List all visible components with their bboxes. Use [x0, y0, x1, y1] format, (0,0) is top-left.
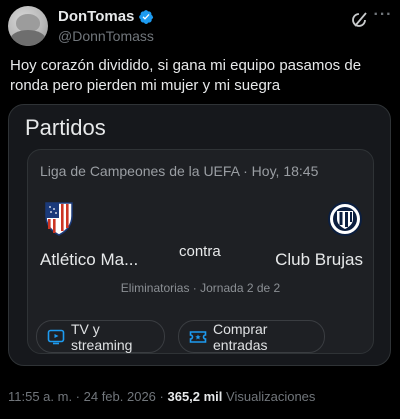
versus-label: contra	[179, 243, 221, 260]
views-label: Visualizaciones	[226, 389, 316, 404]
tweet-text: Hoy corazón dividido, si gana mi equipo …	[10, 57, 362, 94]
author-display-name[interactable]: DonTomas	[58, 8, 134, 25]
buy-tickets-button[interactable]: Comprar entradas	[178, 320, 325, 353]
tv-streaming-label: TV y streaming	[71, 320, 133, 353]
club-brugge-crest-icon	[328, 202, 362, 236]
home-team-name: Atlético Ma...	[40, 250, 139, 269]
tweet-meta: 11:55 a. m. · 24 feb. 2026 · 365,2 mil V…	[8, 389, 315, 404]
atletico-crest-icon	[45, 202, 73, 236]
tweet: DonTomas @DonnTomass ··· Hoy corazón div…	[0, 0, 400, 419]
meta-separator: ·	[155, 389, 168, 404]
card-title: Partidos	[25, 115, 106, 140]
verified-badge-icon	[139, 9, 154, 24]
match-stage: Eliminatorias · Jornada 2 de 2	[120, 281, 281, 295]
author-name-row: DonTomas	[58, 8, 154, 25]
user-avatar[interactable]	[8, 6, 48, 46]
tv-streaming-button[interactable]: TV y streaming	[36, 320, 165, 353]
tv-icon	[47, 329, 65, 344]
ticket-icon	[189, 330, 207, 343]
tweet-timestamp[interactable]: 11:55 a. m. · 24 feb. 2026	[8, 389, 156, 404]
competition-line: Liga de Campeones de la UEFA · Hoy, 18:4…	[40, 163, 319, 179]
grok-icon[interactable]	[350, 10, 370, 30]
sports-card[interactable]: Partidos Liga de Campeones de la UEFA · …	[8, 104, 391, 366]
buy-tickets-label: Comprar entradas	[213, 320, 268, 353]
away-team-name: Club Brujas	[275, 250, 363, 269]
views-count[interactable]: 365,2 mil	[167, 389, 222, 404]
match-card[interactable]: Liga de Campeones de la UEFA · Hoy, 18:4…	[27, 149, 374, 354]
author-handle[interactable]: @DonnTomass	[58, 28, 154, 44]
more-options-icon[interactable]: ···	[373, 7, 393, 28]
